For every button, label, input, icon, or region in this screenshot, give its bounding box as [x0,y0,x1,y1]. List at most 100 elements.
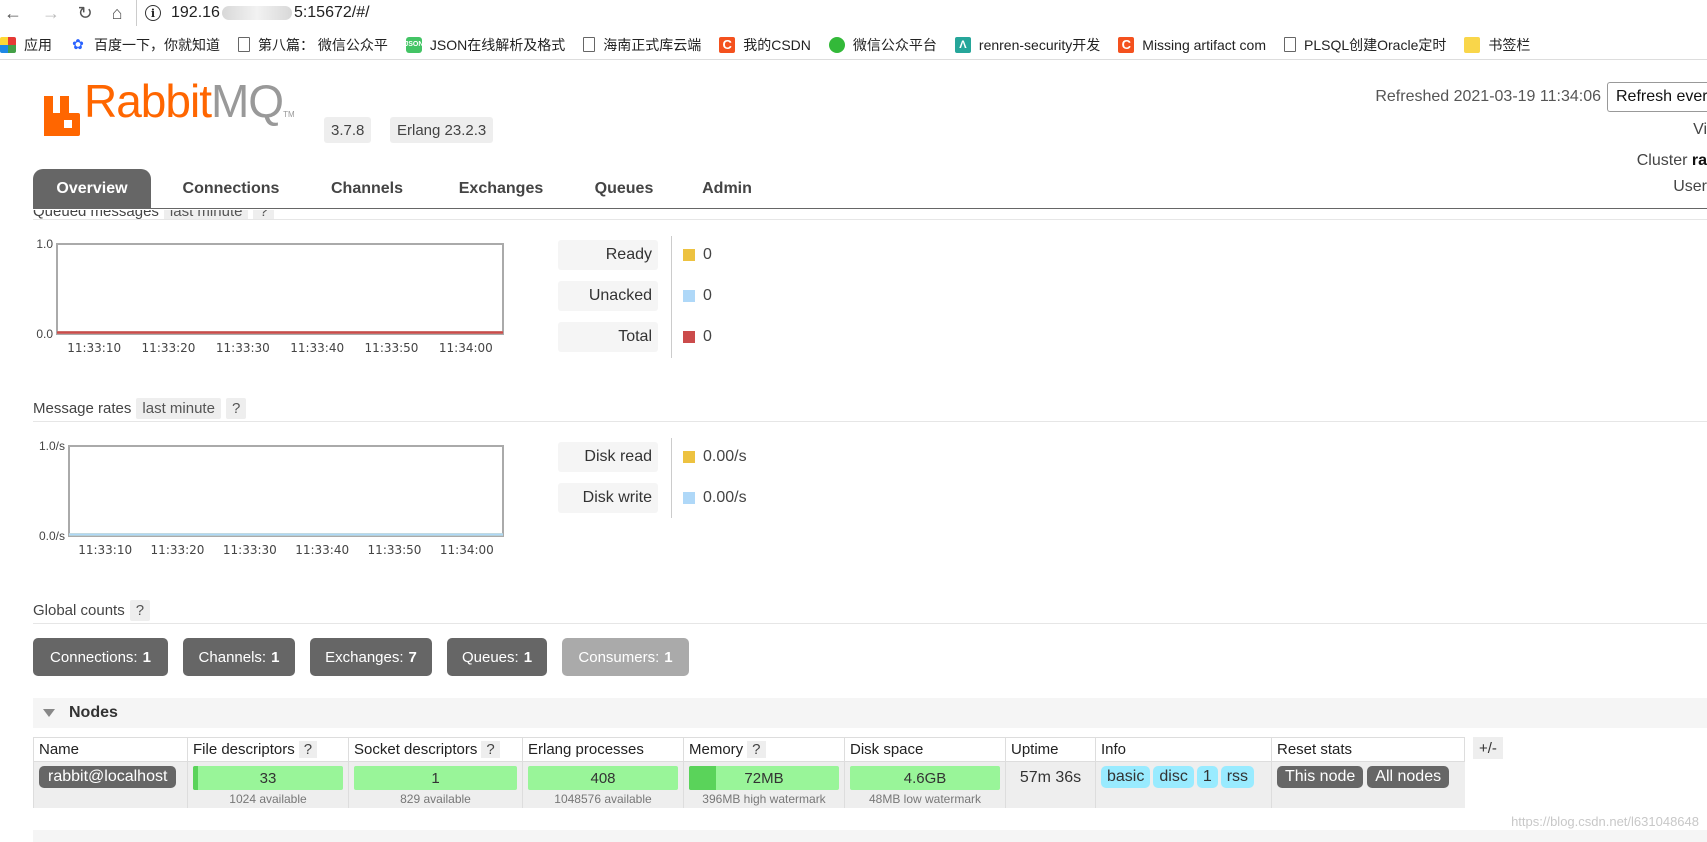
address-bar[interactable]: i 192.16 5:15672/#/ [136,0,1707,26]
col-reset-stats[interactable]: Reset stats [1271,737,1465,762]
tab-admin[interactable]: Admin [687,169,767,209]
nodes-table: Name File descriptors? Socket descriptor… [33,737,1465,808]
refresh-interval-select[interactable]: Refresh every [1607,82,1707,112]
folder-icon [1464,36,1481,53]
table-row: rabbit@localhost 33 1024 available 1 829… [33,761,1465,808]
bookmark-json[interactable]: JSON在线解析及格式 [430,35,565,55]
rates-x-tick: 11:33:50 [368,543,422,557]
ep-value: 408 [590,769,616,787]
baidu-paw-icon: ✿ [72,36,84,52]
legend-unacked: Unacked [558,281,658,311]
browser-toolbar: ← → ↻ ⌂ i 192.16 5:15672/#/ [0,0,1707,26]
node-name-link[interactable]: rabbit@localhost [39,766,177,788]
col-erlang-processes[interactable]: Erlang processes [522,737,684,762]
url-prefix: 192.16 [171,4,220,21]
col-memory-label: Memory [689,741,744,758]
forward-icon[interactable]: → [38,0,64,26]
connections-count-button[interactable]: Connections: 1 [33,638,168,676]
disk-bar: 4.6GB [850,766,1000,790]
queued-x-tick: 11:33:50 [365,341,419,355]
global-counts-title: Global counts [33,602,125,619]
legend-disk-write: Disk write [558,483,658,513]
queues-count-label: Queues: [461,648,519,666]
consumers-count-button[interactable]: Consumers: 1 [562,638,689,676]
bookmark-apps[interactable]: 应用 [24,35,52,55]
tab-connections[interactable]: Connections [165,169,297,209]
bookmark-baidu[interactable]: 百度一下，你就知道 [94,35,220,55]
queued-plot-area [56,243,504,335]
queued-x-tick: 11:33:10 [67,341,121,355]
queues-count-button[interactable]: Queues: 1 [447,638,547,676]
rates-help-button[interactable]: ? [225,398,247,419]
queued-messages-chart: 1.0 0.0 11:33:10 11:33:20 11:33:30 11:33:40 11… [36,237,504,355]
sd-available: 829 available [400,792,471,806]
bookmark-renren[interactable]: renren-security开发 [979,35,1100,55]
columns-toggle-button[interactable]: +/- [1473,737,1503,759]
unacked-value: 0 [703,287,712,304]
ready-swatch [683,249,695,261]
col-memory[interactable]: Memory? [683,737,845,762]
exchanges-count-button[interactable]: Exchanges: 7 [310,638,432,676]
bookmark-wechat-article[interactable]: 第八篇： 微信公众平 [258,35,388,55]
sd-help-button[interactable]: ? [481,741,500,758]
memory-help-button[interactable]: ? [747,741,766,758]
reset-all-nodes-button[interactable]: All nodes [1367,766,1450,788]
memory-value: 72MB [744,769,784,787]
wechat-icon [828,36,845,53]
fd-available: 1024 available [229,792,307,806]
tab-queues[interactable]: Queues [579,169,669,209]
home-icon[interactable]: ⌂ [104,0,130,26]
rates-x-tick: 11:33:20 [151,543,205,557]
tab-overview[interactable]: Overview [33,169,151,209]
tab-channels[interactable]: Channels [313,169,421,209]
disk-read-value-row: 0.00/s [683,448,747,466]
exchanges-count-label: Exchanges: [325,648,404,666]
reload-icon[interactable]: ↻ [72,0,98,26]
bookmark-plsql[interactable]: PLSQL创建Oracle定时 [1304,35,1446,55]
col-uptime[interactable]: Uptime [1005,737,1096,762]
fd-help-button[interactable]: ? [298,741,318,758]
col-socket-descriptors[interactable]: Socket descriptors? [348,737,523,762]
message-rates-header: Message rates last minute ? [33,398,247,419]
next-section-header [33,830,1707,842]
url-suffix: 5:15672/#/ [293,4,370,21]
back-icon[interactable]: ← [0,0,26,26]
col-info[interactable]: Info [1095,737,1272,762]
bookmark-folder[interactable]: 书签栏 [1488,35,1530,55]
channels-count-button[interactable]: Channels: 1 [183,638,295,676]
legend-total: Total [558,322,658,352]
col-name[interactable]: Name [33,737,188,762]
disk-read-swatch [683,451,695,463]
ep-bar: 408 [528,766,678,790]
rates-plot-area [68,445,504,537]
logo-tm-text: TM [283,110,295,119]
rabbitmq-logo[interactable]: RabbitMQTM [44,78,295,136]
refresh-area: Refreshed 2021-03-19 11:34:06 Refresh ev… [1375,82,1707,112]
bookmark-csdn[interactable]: 我的CSDN [743,35,811,55]
uptime-value: 57m 36s [1005,761,1096,808]
queued-y-tick-top: 1.0 [36,237,53,251]
nodes-section-toggle[interactable]: Nodes [33,698,1707,728]
info-tag-disc: disc [1153,766,1194,788]
rates-period[interactable]: last minute [136,398,221,419]
global-counts-help-button[interactable]: ? [129,600,151,621]
unacked-swatch [683,290,695,302]
cluster-info: Cluster ra [1637,152,1707,170]
rabbitmq-logo-mark [44,96,80,136]
site-info-icon[interactable]: i [145,5,161,21]
bookmark-missing-artifact[interactable]: Missing artifact com [1142,37,1266,53]
bookmark-hainan[interactable]: 海南正式库云端 [603,35,701,55]
renren-icon: Λ [954,36,971,53]
bookmark-wechat[interactable]: 微信公众平台 [853,35,937,55]
queued-x-tick: 11:33:30 [216,341,270,355]
tab-exchanges[interactable]: Exchanges [438,169,564,209]
col-disk-space[interactable]: Disk space [844,737,1006,762]
col-socket-descriptors-label: Socket descriptors [354,741,478,758]
col-file-descriptors[interactable]: File descriptors? [187,737,349,762]
reset-this-node-button[interactable]: This node [1277,766,1364,788]
ready-value: 0 [703,246,712,263]
rates-x-tick: 11:33:30 [223,543,277,557]
sd-bar: 1 [354,766,517,790]
connections-count: 1 [142,648,151,666]
csdn-icon: C [1118,36,1135,53]
